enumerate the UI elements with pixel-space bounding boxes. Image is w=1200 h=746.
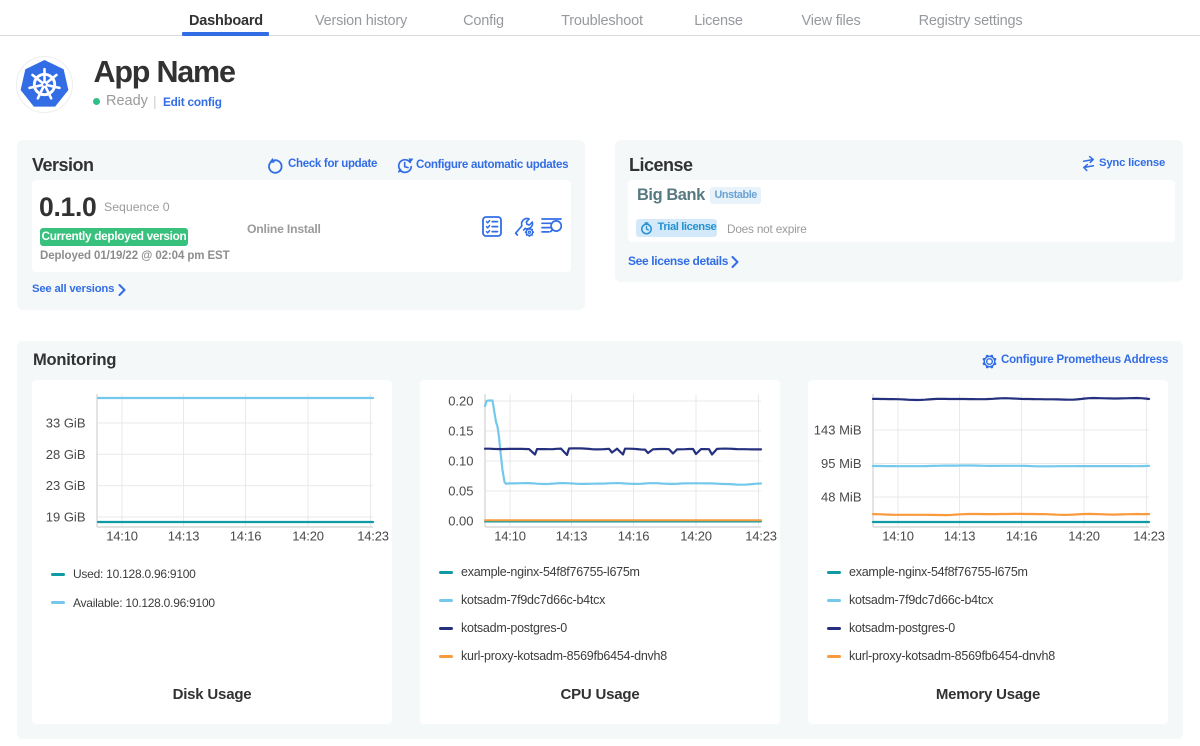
svg-text:23 GiB: 23 GiB <box>46 478 86 493</box>
svg-text:14:23: 14:23 <box>357 529 389 544</box>
svg-text:14:10: 14:10 <box>106 529 138 544</box>
svg-text:0.00: 0.00 <box>448 514 473 529</box>
svg-text:48 MiB: 48 MiB <box>821 490 861 505</box>
svg-text:14:20: 14:20 <box>680 529 712 544</box>
svg-text:28 GiB: 28 GiB <box>46 447 86 462</box>
svg-text:14:16: 14:16 <box>1006 529 1038 544</box>
svg-text:14:13: 14:13 <box>944 529 976 544</box>
svg-text:14:23: 14:23 <box>1133 529 1165 544</box>
svg-text:14:20: 14:20 <box>1068 529 1100 544</box>
svg-text:143 MiB: 143 MiB <box>814 423 862 438</box>
svg-text:0.10: 0.10 <box>448 454 473 469</box>
svg-text:14:16: 14:16 <box>618 529 650 544</box>
svg-text:14:10: 14:10 <box>882 529 914 544</box>
svg-text:14:13: 14:13 <box>556 529 588 544</box>
svg-text:0.20: 0.20 <box>448 394 473 409</box>
svg-text:0.15: 0.15 <box>448 424 473 439</box>
svg-text:33 GiB: 33 GiB <box>46 416 86 431</box>
svg-text:0.05: 0.05 <box>448 484 473 499</box>
svg-text:14:16: 14:16 <box>230 529 262 544</box>
svg-text:14:20: 14:20 <box>292 529 324 544</box>
svg-text:95 MiB: 95 MiB <box>821 456 861 471</box>
svg-text:19 GiB: 19 GiB <box>46 510 86 525</box>
svg-text:14:23: 14:23 <box>745 529 777 544</box>
svg-text:14:13: 14:13 <box>168 529 200 544</box>
svg-text:14:10: 14:10 <box>494 529 526 544</box>
